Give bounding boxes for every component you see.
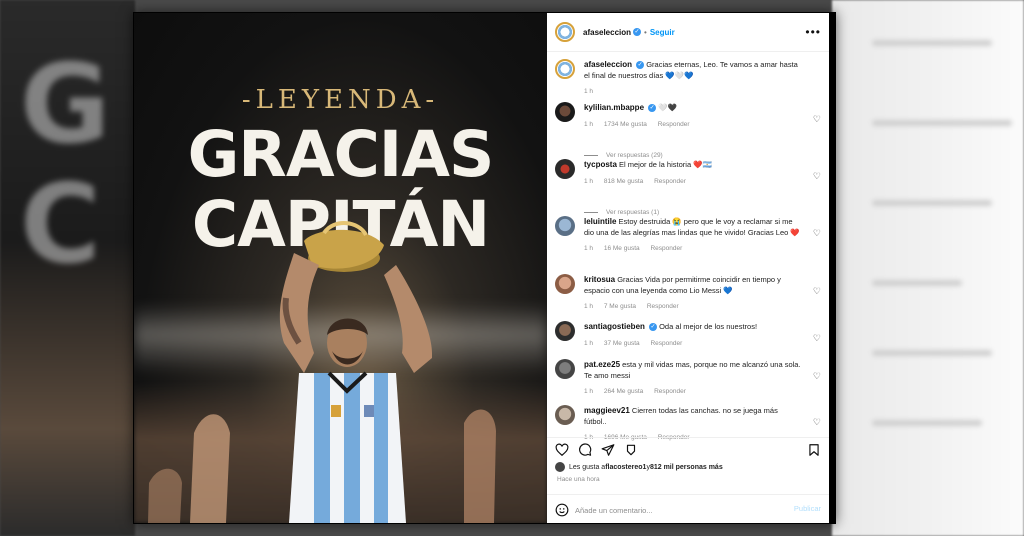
bookmark-icon[interactable] (807, 443, 821, 457)
comment-like-heart-icon[interactable]: ♡ (813, 171, 821, 182)
commenter-avatar[interactable] (555, 274, 575, 294)
emoji-picker-icon[interactable] (555, 503, 569, 517)
post-header: afaseleccion ✓ • Seguir ••• (547, 13, 829, 52)
likes-user[interactable]: flacostereo1 (605, 464, 646, 471)
likes-prefix: Les gusta a (569, 463, 606, 471)
comment-likes[interactable]: 7 Me gusta (604, 303, 636, 310)
comment-time: 1 h (584, 303, 594, 310)
comment-username[interactable]: kritosua (584, 275, 615, 284)
post-sidebar: afaseleccion ✓ • Seguir ••• afaseleccion… (547, 13, 829, 523)
caption: afaseleccion ✓ Gracias eternas, Leo. Te … (555, 59, 821, 99)
comment-like-heart-icon[interactable]: ♡ (813, 114, 821, 125)
comment-like-heart-icon[interactable]: ♡ (813, 333, 821, 344)
comment-item: kritosua Gracias Vida por permitirme coi… (555, 274, 821, 314)
repost-icon[interactable] (624, 443, 638, 457)
share-send-icon[interactable] (601, 443, 615, 457)
comment-composer: Publicar (547, 494, 829, 523)
author-username[interactable]: afaseleccion (583, 28, 631, 37)
post-timestamp: Hace una hora (557, 476, 600, 483)
background-ghost-text: G (20, 40, 110, 168)
comment-like-heart-icon[interactable]: ♡ (813, 228, 821, 239)
comment-time: 1 h (584, 388, 594, 395)
caption-emoji: 💙🤍💙 (665, 70, 694, 80)
comment-time: 1 h (584, 245, 594, 252)
comment-like-heart-icon[interactable]: ♡ (813, 286, 821, 297)
comment-time: 1 h (584, 339, 594, 347)
commenter-avatar[interactable] (555, 102, 575, 122)
comment-username[interactable]: santiagostieben (584, 322, 645, 331)
verified-badge-icon: ✓ (649, 323, 657, 332)
commenter-avatar[interactable] (555, 359, 575, 379)
follow-button[interactable]: Seguir (650, 28, 675, 37)
like-heart-icon[interactable] (555, 443, 569, 457)
publish-button[interactable]: Publicar (794, 504, 821, 513)
comment-likes[interactable]: 264 Me gusta (604, 388, 643, 395)
comment-text: El mejor de la historia ❤️🇦🇷 (619, 160, 712, 169)
action-bar (547, 437, 829, 460)
background-blur-left: G C (0, 0, 135, 536)
comment-like-heart-icon[interactable]: ♡ (813, 371, 821, 382)
comment-input[interactable] (575, 503, 775, 517)
comment-likes[interactable]: 1734 Me gusta (604, 121, 647, 128)
view-replies-button[interactable]: Ver respuestas (1) (584, 209, 659, 216)
comment-item: kylilian.mbappe ✓ 🤍🖤 1 h 1734 Me gusta R… (555, 102, 821, 132)
comment-likes[interactable]: 16 Me gusta (604, 245, 640, 252)
comment-text: Estoy destruida 😭 pero que le voy a recl… (584, 217, 800, 237)
comment-like-heart-icon[interactable]: ♡ (813, 417, 821, 428)
verified-badge-icon: ✓ (636, 61, 645, 70)
comment-username[interactable]: maggieev21 (584, 406, 630, 415)
reply-button[interactable]: Responder (654, 388, 686, 395)
caption-username[interactable]: afaseleccion (584, 60, 632, 69)
player-illustration (148, 221, 496, 523)
comment-item: pat.eze25 esta y mil vidas mas, porque n… (555, 359, 821, 399)
comment-likes[interactable]: 818 Me gusta (604, 178, 643, 185)
verified-badge-icon: ✓ (648, 104, 657, 113)
comment-time: 1 h (584, 177, 594, 185)
comment-username[interactable]: tycposta (584, 160, 617, 169)
author-avatar[interactable] (555, 22, 575, 42)
header-separator: • (644, 27, 647, 37)
likes-count[interactable]: 812 mil personas más (650, 464, 723, 471)
comment-time: 1 h (584, 120, 594, 128)
commenter-avatar[interactable] (555, 405, 575, 425)
commenter-avatar[interactable] (555, 159, 575, 179)
post-image[interactable]: -LEYENDA- GRACIAS CAPITÁN (134, 13, 547, 523)
commenter-avatar[interactable] (555, 216, 575, 236)
reply-button[interactable]: Responder (658, 121, 690, 128)
comment-item: maggieev21 Cierren todas las canchas. no… (555, 405, 821, 441)
reply-button[interactable]: Responder (650, 245, 682, 252)
liker-avatar (555, 462, 565, 472)
background-ghost-text: C (20, 160, 101, 288)
commenter-avatar[interactable] (555, 321, 575, 341)
comment-username[interactable]: pat.eze25 (584, 360, 620, 369)
comment-username[interactable]: kylilian.mbappe (584, 103, 644, 112)
reply-button[interactable]: Responder (654, 178, 686, 185)
reply-button[interactable]: Responder (647, 303, 679, 310)
reply-button[interactable]: Responder (650, 340, 682, 347)
comment-text: 🤍🖤 (658, 103, 677, 112)
caption-avatar[interactable] (555, 59, 575, 79)
comment-item: tycposta El mejor de la historia ❤️🇦🇷 1 … (555, 159, 821, 189)
verified-badge-icon: ✓ (633, 28, 642, 36)
comments-list: afaseleccion ✓ Gracias eternas, Leo. Te … (547, 53, 829, 445)
comment-item: santiagostieben ✓ Oda al mejor de los nu… (555, 321, 821, 351)
background-blur-right (832, 0, 1024, 536)
comment-bubble-icon[interactable] (578, 443, 592, 457)
comment-username[interactable]: leluintile (584, 217, 616, 226)
likes-summary[interactable]: Les gusta a flacostereo1 y 812 mil perso… (555, 462, 723, 472)
view-replies-button[interactable]: Ver respuestas (29) (584, 152, 663, 159)
comment-likes[interactable]: 37 Me gusta (604, 340, 640, 347)
comment-item: leluintile Estoy destruida 😭 pero que le… (555, 216, 821, 266)
caption-time: 1 h (584, 88, 594, 95)
comment-text: Oda al mejor de los nuestros! (659, 322, 758, 331)
more-options-icon[interactable]: ••• (805, 25, 821, 39)
